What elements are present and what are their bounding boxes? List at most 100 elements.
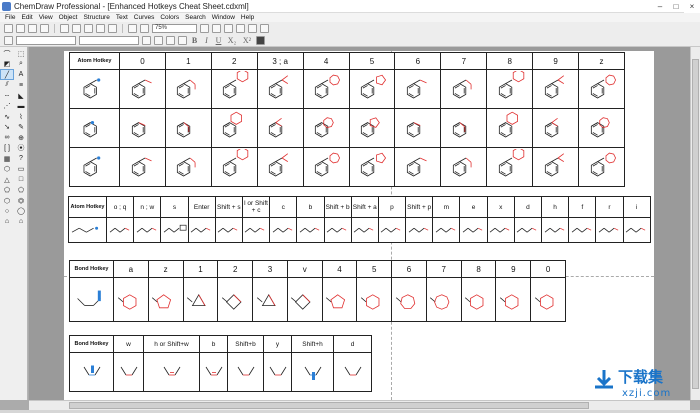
menu-window[interactable]: Window xyxy=(209,14,238,21)
triple-bond-icon[interactable]: ≡ xyxy=(15,81,27,90)
cyclopentadiene-icon[interactable]: ⬠ xyxy=(15,186,27,195)
menu-object[interactable]: Object xyxy=(56,14,81,21)
arrow-tool-icon[interactable]: ➘ xyxy=(1,123,13,132)
zoom-select[interactable]: 75% xyxy=(152,24,197,33)
maximize-button[interactable]: □ xyxy=(668,0,684,13)
structure-cell xyxy=(513,217,543,243)
wedge-bond-icon[interactable]: ◣ xyxy=(15,91,27,100)
cycloheptane-icon[interactable]: ○ xyxy=(1,207,13,216)
cyclopropane-icon[interactable]: △ xyxy=(1,175,13,184)
structure-cell xyxy=(578,69,625,109)
zoom-out-icon[interactable] xyxy=(212,24,221,33)
menu-edit[interactable]: Edit xyxy=(18,14,35,21)
structure-drawing xyxy=(109,227,129,233)
chair-2-icon[interactable]: ⌂ xyxy=(15,217,27,226)
menu-colors[interactable]: Colors xyxy=(157,14,182,21)
toggle-grid-icon[interactable] xyxy=(236,24,245,33)
show-crosshair-icon[interactable] xyxy=(140,24,149,33)
bold-bond-icon[interactable]: ▬ xyxy=(15,102,27,111)
close-button[interactable]: × xyxy=(684,0,700,13)
horizontal-scroll-thumb[interactable] xyxy=(69,402,589,409)
redo-icon[interactable] xyxy=(108,24,117,33)
wavy-bond-icon[interactable]: ∿ xyxy=(1,112,13,121)
lasso-icon[interactable]: ⌒ xyxy=(1,49,13,58)
drawing-canvas[interactable]: Atom Hotkey 0 1 2 3 ; a456789z Atom Hotkey o … xyxy=(29,47,690,400)
align-right-icon[interactable] xyxy=(166,36,175,45)
align-center-icon[interactable] xyxy=(154,36,163,45)
bold-button[interactable]: B xyxy=(190,36,199,45)
menu-help[interactable]: Help xyxy=(238,14,257,21)
template-icon[interactable]: ⬡ xyxy=(1,165,13,174)
structure-cell xyxy=(302,69,350,109)
title-bar: ChemDraw Professional - [Enhanced Hotkey… xyxy=(0,0,700,13)
structure-drawing xyxy=(83,121,97,138)
underline-button[interactable]: U xyxy=(214,36,223,45)
structure-to-name-icon[interactable] xyxy=(248,24,257,33)
zoom-in-icon[interactable] xyxy=(200,24,209,33)
text-tool-icon[interactable]: A xyxy=(15,70,27,79)
show-rulers-icon[interactable] xyxy=(128,24,137,33)
style-icon[interactable] xyxy=(4,36,13,45)
hashed-wedge-icon[interactable]: ⋰ xyxy=(1,102,13,111)
hotkey-label: 8 xyxy=(460,260,497,278)
open-folder-icon[interactable] xyxy=(16,24,25,33)
menu-search[interactable]: Search xyxy=(182,14,209,21)
benzene-icon[interactable]: ⏣ xyxy=(15,196,27,205)
orbital-icon[interactable]: ∞ xyxy=(1,133,13,142)
charge-icon[interactable]: ⊕ xyxy=(15,133,27,142)
table-tool-icon[interactable]: ▦ xyxy=(1,154,13,163)
justify-icon[interactable] xyxy=(178,36,187,45)
size-select[interactable] xyxy=(79,36,139,45)
hotkey-label: h xyxy=(540,196,570,218)
superscript-button[interactable]: X² xyxy=(241,36,253,45)
chair-1-icon[interactable]: ⌂ xyxy=(1,217,13,226)
chain-tool-icon[interactable]: ⌇ xyxy=(15,112,27,121)
menu-text[interactable]: Text xyxy=(113,14,131,21)
symbol-icon[interactable]: ⦿ xyxy=(15,144,27,153)
align-left-icon[interactable] xyxy=(142,36,151,45)
cyclohexane-icon[interactable]: ⬡ xyxy=(1,196,13,205)
hotkey-label: z xyxy=(147,260,184,278)
save-icon[interactable] xyxy=(28,24,37,33)
double-bond-icon[interactable]: ⫽ xyxy=(1,81,13,90)
vertical-scrollbar[interactable] xyxy=(690,47,700,400)
zoom-fit-icon[interactable] xyxy=(224,24,233,33)
subscript-button[interactable]: X₂ xyxy=(226,36,238,45)
structure-cell xyxy=(147,277,184,322)
menu-view[interactable]: View xyxy=(36,14,56,21)
menu-file[interactable]: File xyxy=(2,14,18,21)
structure-drawing xyxy=(291,293,311,310)
italic-button[interactable]: I xyxy=(202,36,211,45)
solid-bond-icon[interactable]: ╱ xyxy=(0,69,14,80)
new-document-icon[interactable] xyxy=(4,24,13,33)
structure-cell xyxy=(432,217,461,243)
copy-icon[interactable] xyxy=(72,24,81,33)
eraser-icon[interactable]: ◩ xyxy=(1,60,13,69)
dashed-bond-icon[interactable]: ┄ xyxy=(1,91,13,100)
undo-icon[interactable] xyxy=(96,24,105,33)
structure-drawing xyxy=(269,75,289,99)
hotkey-label: 4 xyxy=(302,52,350,70)
query-icon[interactable]: ? xyxy=(15,154,27,163)
menu-structure[interactable]: Structure xyxy=(80,14,112,21)
print-icon[interactable] xyxy=(40,24,49,33)
cyclopentane-icon[interactable]: ⬠ xyxy=(1,186,13,195)
marquee-icon[interactable]: ⬚ xyxy=(15,49,27,58)
minimize-button[interactable]: – xyxy=(652,0,668,13)
document-page[interactable]: Atom Hotkey 0 1 2 3 ; a456789z Atom Hotkey o … xyxy=(64,51,654,400)
pen-tool-icon[interactable]: ✎ xyxy=(15,123,27,132)
bracket-icon[interactable]: [ ] xyxy=(1,144,13,153)
cut-icon[interactable] xyxy=(60,24,69,33)
paste-icon[interactable] xyxy=(84,24,93,33)
menu-curves[interactable]: Curves xyxy=(131,14,158,21)
structure-cell xyxy=(333,352,372,392)
zoom-tool-icon[interactable]: ⌕ xyxy=(15,60,27,69)
cyclobutane-icon[interactable]: □ xyxy=(15,175,27,184)
drawing-element-icon[interactable]: ▭ xyxy=(15,165,27,174)
font-select[interactable] xyxy=(16,36,76,45)
color-swatch-icon[interactable] xyxy=(256,36,265,45)
vertical-scroll-thumb[interactable] xyxy=(692,59,699,389)
clean-structure-icon[interactable] xyxy=(260,24,269,33)
structure-cell xyxy=(160,217,189,243)
cyclooctane-icon[interactable]: ◯ xyxy=(15,207,27,216)
